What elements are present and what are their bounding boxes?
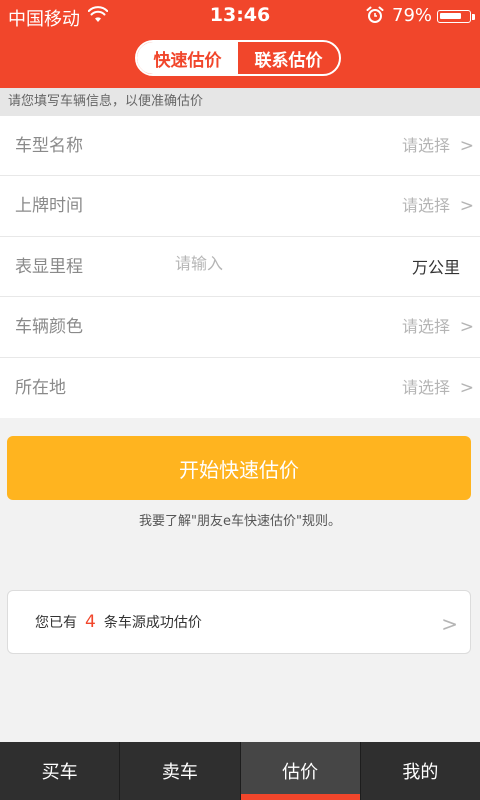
battery-icon <box>437 10 471 23</box>
summary-prefix: 您已有 <box>35 615 77 631</box>
valuation-rules-link[interactable]: 我要了解"朋友e车快速估价"规则。 <box>0 510 480 529</box>
summary-count: 4 <box>85 612 96 632</box>
location-label: 所在地 <box>15 377 66 398</box>
car-model-value: 请选择 <box>401 136 450 155</box>
tab-contact-valuation[interactable]: 联系估价 <box>238 42 339 74</box>
battery-level <box>440 13 462 19</box>
bottom-tab-bar: 买车 卖车 估价 我的 <box>0 742 480 800</box>
chevron-right-icon: > <box>459 377 474 398</box>
mileage-unit: 万公里 <box>411 257 460 277</box>
alarm-icon <box>366 6 384 23</box>
valuation-mode-switch: 快速估价 联系估价 <box>135 40 341 76</box>
car-model-label: 车型名称 <box>15 136 83 156</box>
start-quick-valuation-button[interactable]: 开始快速估价 <box>7 436 471 500</box>
tab-quick-valuation[interactable]: 快速估价 <box>137 42 238 74</box>
mileage-input[interactable] <box>175 246 395 281</box>
chevron-right-icon: > <box>459 136 474 156</box>
mileage-label: 表显里程 <box>15 256 83 277</box>
status-bar: 中国移动 13:46 79% <box>0 0 480 32</box>
mileage-row: 表显里程 万公里 <box>0 237 480 298</box>
valuation-summary-card[interactable]: 您已有 4 条车源成功估价 > <box>7 590 471 654</box>
registration-date-label: 上牌时间 <box>15 196 83 217</box>
battery-percent: 79% <box>392 5 433 26</box>
registration-date-row[interactable]: 上牌时间 请选择 > <box>0 176 480 237</box>
tab-valuation[interactable]: 估价 <box>239 742 361 800</box>
app-header: 中国移动 13:46 79% 快速估价 联系估价 <box>0 0 480 88</box>
summary-text: 您已有 4 条车源成功估价 <box>35 591 202 654</box>
summary-suffix: 条车源成功估价 <box>103 615 202 631</box>
chevron-right-icon: > <box>441 612 458 636</box>
location-row[interactable]: 所在地 请选择 > <box>0 358 480 418</box>
location-value: 请选择 <box>401 377 450 397</box>
car-model-row[interactable]: 车型名称 请选择 > <box>0 116 480 177</box>
tab-buy-car[interactable]: 买车 <box>0 742 119 800</box>
car-color-row[interactable]: 车辆颜色 请选择 > <box>0 297 480 358</box>
car-color-label: 车辆颜色 <box>15 317 83 338</box>
chevron-right-icon: > <box>459 317 474 338</box>
tab-mine[interactable]: 我的 <box>359 742 480 800</box>
form-hint: 请您填写车辆信息，以便准确估价 <box>0 88 480 116</box>
vehicle-info-form: 车型名称 请选择 > 上牌时间 请选择 > 表显里程 万公里 车辆颜色 请选择 … <box>0 116 480 418</box>
battery-tip <box>472 14 475 20</box>
tab-sell-car[interactable]: 卖车 <box>119 742 239 800</box>
car-color-value: 请选择 <box>401 317 450 337</box>
chevron-right-icon: > <box>459 196 474 217</box>
registration-date-value: 请选择 <box>401 196 450 216</box>
